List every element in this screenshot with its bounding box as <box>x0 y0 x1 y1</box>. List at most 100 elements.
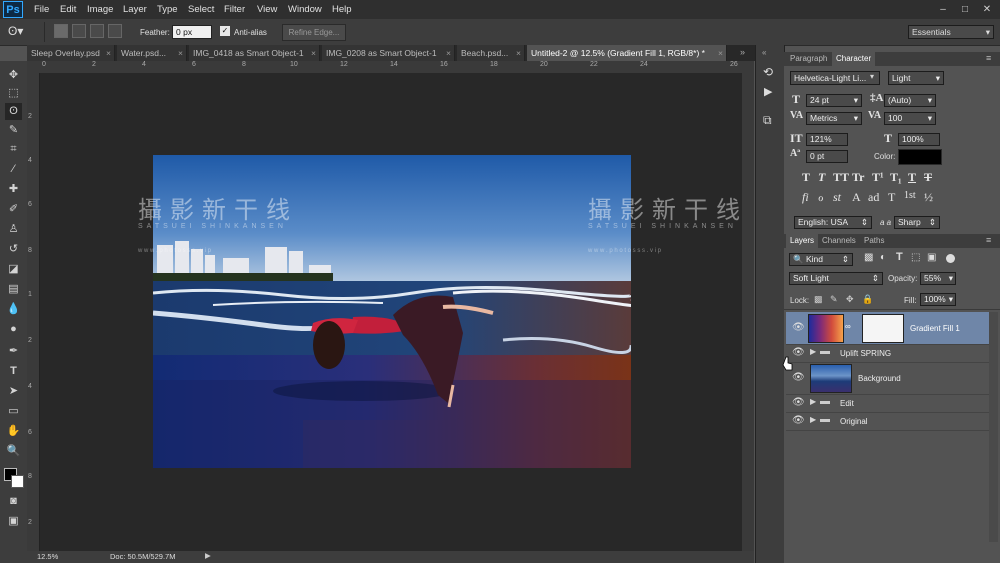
vertical-scale-field[interactable]: 121% <box>806 133 848 146</box>
feather-input[interactable]: 0 px <box>172 25 212 39</box>
text-color-swatch[interactable] <box>898 149 942 165</box>
subtract-selection-icon[interactable] <box>90 24 104 38</box>
blend-mode-select[interactable]: Soft Light ⇕ <box>789 272 883 285</box>
history-brush-icon[interactable]: ↺ <box>5 241 22 258</box>
marquee-tool-icon[interactable]: ⬚ <box>5 85 22 102</box>
intersect-selection-icon[interactable] <box>108 24 122 38</box>
small-caps-icon[interactable]: Tr <box>852 170 864 185</box>
menu-select[interactable]: Select <box>188 0 214 19</box>
collapse-icon[interactable]: « <box>762 48 766 57</box>
quick-select-tool-icon[interactable]: ✎ <box>5 122 22 139</box>
kerning-field[interactable]: Metrics ▾ <box>806 112 862 125</box>
move-tool-icon[interactable]: ✥ <box>5 67 22 84</box>
underline-icon[interactable]: T <box>908 170 916 185</box>
lock-all-icon[interactable]: 🔒 <box>862 294 873 305</box>
tab-character[interactable]: Character <box>832 52 876 66</box>
brush-tool-icon[interactable]: ✐ <box>5 201 22 218</box>
rectangle-tool-icon[interactable]: ▭ <box>5 403 22 420</box>
antialias-checkbox[interactable]: ✓ <box>220 26 230 36</box>
layer-gradient-fill[interactable]: 👁 ∞ Gradient Fill 1 <box>786 312 989 345</box>
lock-pixels-icon[interactable]: ✎ <box>830 294 838 305</box>
chevron-down-icon[interactable]: ▾ <box>870 72 874 81</box>
filter-toggle-icon[interactable] <box>946 254 955 263</box>
type-tool-icon[interactable]: T <box>5 363 22 380</box>
filter-smart-object-icon[interactable]: ▣ <box>927 252 936 263</box>
menu-help[interactable]: Help <box>332 0 352 19</box>
layer-background[interactable]: 👁 Background <box>786 362 989 395</box>
minimize-icon[interactable]: – <box>932 0 954 19</box>
zoom-tool-icon[interactable]: 🔍 <box>5 443 22 460</box>
font-style-select[interactable]: Light ▾ <box>888 71 944 85</box>
lock-position-icon[interactable]: ✥ <box>846 294 854 305</box>
pen-tool-icon[interactable]: ✒ <box>5 343 22 360</box>
font-size-field[interactable]: 24 pt ▾ <box>806 94 862 107</box>
superscript-icon[interactable]: T¹ <box>872 170 884 185</box>
tab-paths[interactable]: Paths <box>860 234 889 248</box>
gradient-tool-icon[interactable]: ▤ <box>5 281 22 298</box>
visibility-eye-icon[interactable]: 👁 <box>792 372 805 383</box>
antialias-select[interactable]: Sharp ⇕ <box>894 216 940 229</box>
expand-arrow-icon[interactable]: ▶ <box>810 397 816 406</box>
tab-layers[interactable]: Layers <box>786 234 819 248</box>
add-selection-icon[interactable] <box>72 24 86 38</box>
subscript-icon[interactable]: T₁ <box>890 170 902 185</box>
tab-untitled-2[interactable]: Untitled-2 @ 12.5% (Gradient Fill 1, RGB… <box>527 45 727 61</box>
tab-sleep-overlay[interactable]: Sleep Overlay.psd × <box>27 45 115 61</box>
titling-icon[interactable]: T <box>888 190 895 205</box>
close-icon[interactable]: ✕ <box>976 0 998 19</box>
panel-menu-icon[interactable]: ≡ <box>986 53 991 63</box>
menu-file[interactable]: File <box>34 0 49 19</box>
stamp-tool-icon[interactable]: ♙ <box>5 221 22 238</box>
eyedropper-tool-icon[interactable]: ⁄ <box>5 161 22 178</box>
tabs-overflow-icon[interactable]: » <box>740 47 745 57</box>
tab-channels[interactable]: Channels <box>818 234 860 248</box>
hand-tool-icon[interactable]: ✋ <box>5 423 22 440</box>
language-select[interactable]: English: USA ⇕ <box>794 216 872 229</box>
menu-layer[interactable]: Layer <box>123 0 147 19</box>
menu-filter[interactable]: Filter <box>224 0 245 19</box>
lock-transparent-icon[interactable]: ▩ <box>814 294 823 305</box>
baseline-shift-field[interactable]: 0 pt <box>806 150 848 163</box>
healing-tool-icon[interactable]: ✚ <box>5 181 22 198</box>
font-family-select[interactable]: Helvetica-Light Li... <box>790 71 880 85</box>
tab-img-0418[interactable]: IMG_0418 as Smart Object-1 × <box>189 45 320 61</box>
path-select-icon[interactable]: ➤ <box>5 383 22 400</box>
layer-group-original[interactable]: 👁 ▶ ▬ Original <box>786 412 989 431</box>
refine-edge-button[interactable]: Refine Edge... <box>282 24 346 41</box>
lasso-tool-icon[interactable]: ʘ <box>5 103 22 120</box>
filter-pixel-icon[interactable]: ▩ <box>864 252 873 263</box>
menu-view[interactable]: View <box>257 0 277 19</box>
layer-group-edit[interactable]: 👁 ▶ ▬ Edit <box>786 394 989 413</box>
ligatures-icon[interactable]: fi <box>802 190 809 205</box>
expand-arrow-icon[interactable]: ▶ <box>810 347 816 356</box>
panel-menu-icon[interactable]: ≡ <box>986 235 991 245</box>
faux-bold-icon[interactable]: T <box>802 170 810 185</box>
quick-mask-icon[interactable]: ◙ <box>5 493 22 510</box>
layer-filter-select[interactable]: 🔍 Kind ⇕ <box>789 253 853 266</box>
visibility-eye-icon[interactable]: 👁 <box>792 397 805 408</box>
opacity-field[interactable]: 55% ▾ <box>920 272 956 285</box>
eraser-tool-icon[interactable]: ◪ <box>5 261 22 278</box>
fractions-icon[interactable]: ½ <box>924 190 933 205</box>
background-color-icon[interactable] <box>11 475 24 488</box>
fill-field[interactable]: 100% ▾ <box>920 293 956 306</box>
visibility-eye-icon[interactable]: 👁 <box>792 322 805 333</box>
visibility-eye-icon[interactable]: 👁 <box>792 415 805 426</box>
horizontal-scale-field[interactable]: 100% <box>898 133 940 146</box>
tab-water[interactable]: Water.psd... × <box>117 45 187 61</box>
menu-window[interactable]: Window <box>288 0 322 19</box>
faux-italic-icon[interactable]: T <box>818 170 825 185</box>
dodge-tool-icon[interactable]: ● <box>5 321 22 338</box>
filter-type-icon[interactable]: T <box>896 251 903 263</box>
swash-icon[interactable]: st <box>833 190 841 205</box>
layer-group-uplift[interactable]: 👁 ▶ ▬ Uplift SPRING <box>786 344 989 363</box>
workspace-select[interactable]: Essentials ▾ <box>908 25 994 39</box>
old-style-icon[interactable]: ℴ <box>818 190 824 205</box>
alternates-icon[interactable]: A <box>852 190 861 205</box>
layer-comps-icon[interactable]: ⧉ <box>763 113 772 128</box>
filter-adjustment-icon[interactable]: ◐ <box>880 252 886 263</box>
tracking-field[interactable]: 100 ▾ <box>884 112 936 125</box>
crop-tool-icon[interactable]: ⌗ <box>5 141 22 158</box>
menu-edit[interactable]: Edit <box>60 0 76 19</box>
expand-arrow-icon[interactable]: ▶ <box>810 415 816 424</box>
